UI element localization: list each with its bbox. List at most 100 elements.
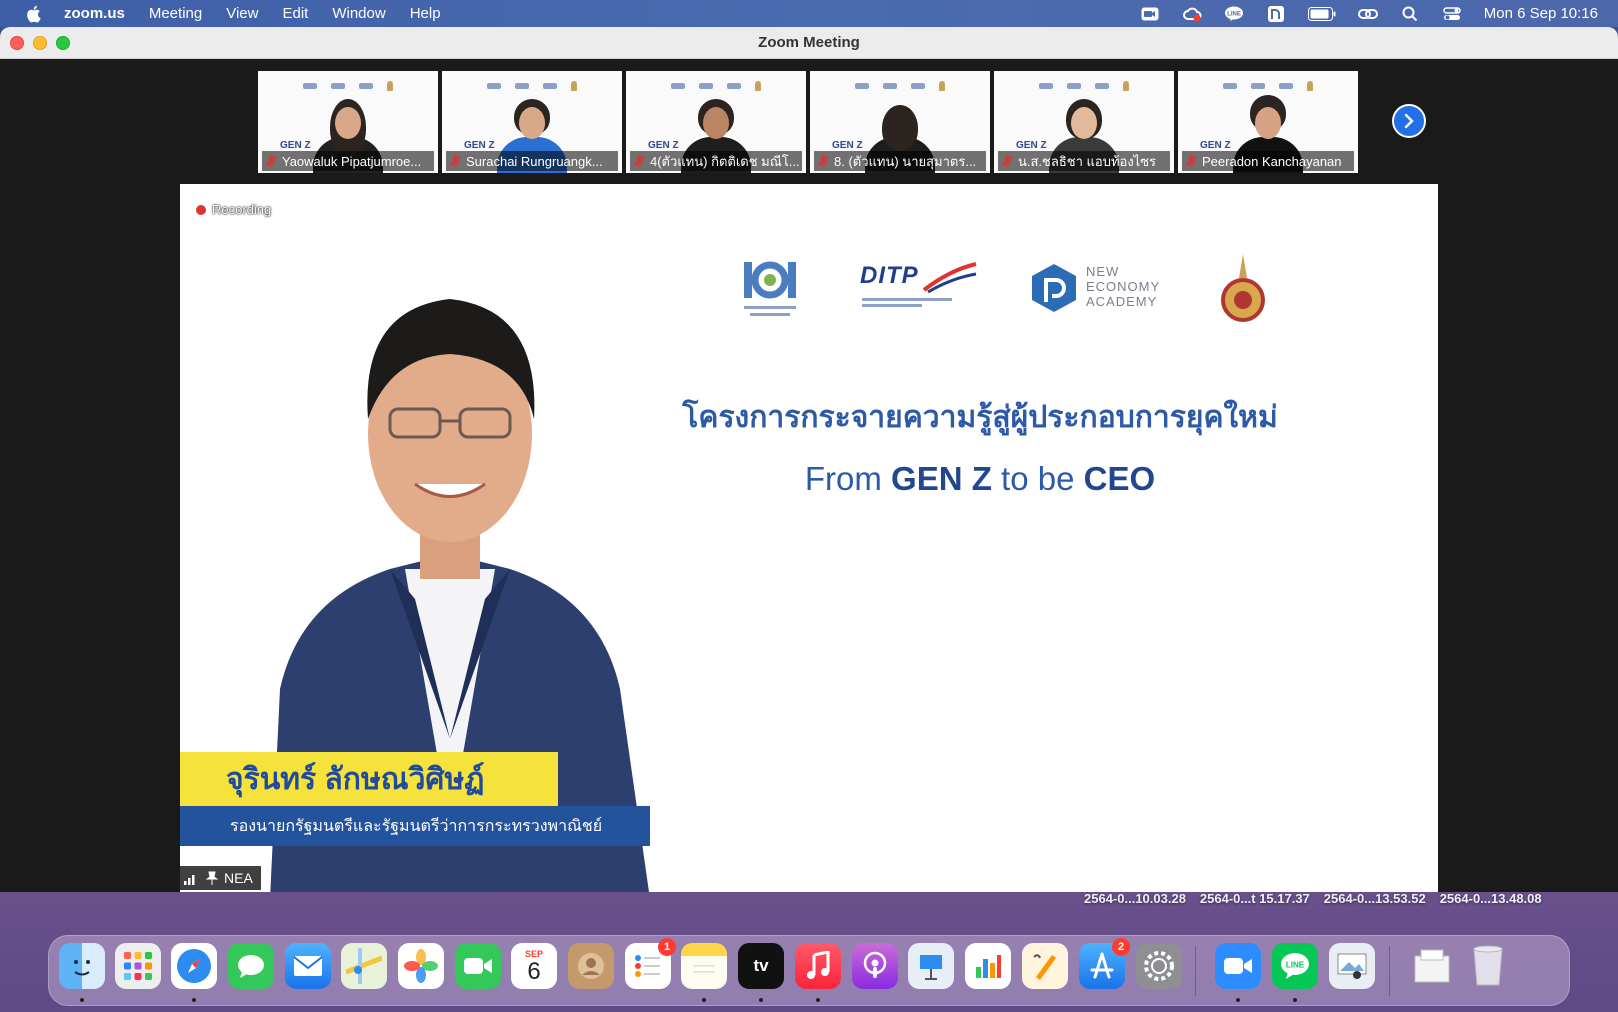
app-store-badge: 2 xyxy=(1112,938,1130,956)
tile-genz-label: GEN Z xyxy=(832,140,863,151)
logo-new-economy-academy: NEW ECONOMY ACADEMY xyxy=(1030,262,1170,318)
presenter-name-label: NEA xyxy=(180,866,261,890)
keynote-icon[interactable] xyxy=(908,943,954,989)
desktop-file[interactable]: 2564-0...13.48.08 xyxy=(1440,891,1542,906)
zoom-app-icon[interactable] xyxy=(1215,943,1261,989)
signal-strength-icon xyxy=(184,875,195,885)
line-tray-icon[interactable]: LINE xyxy=(1224,6,1244,22)
shared-screen-view[interactable]: Recording DITP NEW ECONOMY ACADEMY โครงก… xyxy=(180,184,1438,892)
participant-name-label: น.ส.ชลธิชา แอบท้องไซร xyxy=(998,151,1170,171)
mic-muted-icon xyxy=(265,155,277,167)
menu-help[interactable]: Help xyxy=(410,5,441,22)
menu-view[interactable]: View xyxy=(226,5,258,22)
safari-icon[interactable] xyxy=(171,943,217,989)
app-store-icon[interactable]: 2 xyxy=(1079,938,1130,989)
music-icon[interactable] xyxy=(795,943,841,989)
reminders-badge: 1 xyxy=(658,938,676,956)
window-controls xyxy=(10,36,79,50)
tile-genz-label: GEN Z xyxy=(648,140,679,151)
facetime-icon[interactable] xyxy=(455,943,501,989)
participant-gallery: GEN Z Yaowaluk Pipatjumroe... GEN Z Sura… xyxy=(258,71,1362,173)
battery-icon[interactable] xyxy=(1307,6,1336,22)
logo-ditp: DITP xyxy=(860,260,980,320)
running-indicator xyxy=(1236,998,1240,1002)
participant-name-label: 8. (ตัวแทน) นายสุมาตร... xyxy=(814,151,986,171)
line-app-icon[interactable]: LINE xyxy=(1272,943,1318,989)
menu-window[interactable]: Window xyxy=(332,5,385,22)
participant-tile[interactable]: GEN Z น.ส.ชลธิชา แอบท้องไซร xyxy=(994,71,1174,173)
apple-menu-icon[interactable] xyxy=(22,3,44,25)
tile-banner-logos xyxy=(855,81,945,91)
dock-separator xyxy=(1389,946,1390,996)
pin-icon xyxy=(206,871,218,885)
participant-tile[interactable]: GEN Z 4(ตัวแทน) กิตติเดช มณีโ... xyxy=(626,71,806,173)
running-indicator xyxy=(759,998,763,1002)
tile-banner-logos xyxy=(303,81,393,91)
participant-name-label: Peeradon Kanchayanan xyxy=(1182,151,1354,171)
participant-tile[interactable]: GEN Z Yaowaluk Pipatjumroe... xyxy=(258,71,438,173)
numbers-icon[interactable] xyxy=(965,943,1011,989)
running-indicator xyxy=(816,998,820,1002)
system-preferences-icon[interactable] xyxy=(1136,943,1182,989)
logo-101-icon xyxy=(744,261,796,316)
running-indicator xyxy=(702,998,706,1002)
tile-genz-label: GEN Z xyxy=(464,140,495,151)
running-indicator xyxy=(80,998,84,1002)
speaker-role-plate: รองนายกรัฐมนตรีและรัฐมนตรีว่าการกระทรวงพ… xyxy=(180,806,650,846)
apple-tv-icon[interactable]: tv xyxy=(738,943,784,989)
trash-icon[interactable] xyxy=(1465,943,1511,989)
link-icon[interactable] xyxy=(1357,6,1378,22)
menubar: zoom.us Meeting View Edit Window Help LI… xyxy=(0,0,1618,27)
royal-seal-icon xyxy=(1221,254,1265,322)
minimize-window-button[interactable] xyxy=(33,36,47,50)
speaker-name-plate: จุรินทร์ ลักษณวิศิษฏ์ xyxy=(180,752,558,806)
tile-banner-logos xyxy=(487,81,577,91)
desktop-file[interactable]: 2564-0...10.03.28 xyxy=(1084,891,1186,906)
running-indicator xyxy=(192,998,196,1002)
creative-cloud-icon[interactable] xyxy=(1182,6,1202,22)
maps-icon[interactable] xyxy=(341,943,387,989)
contacts-icon[interactable] xyxy=(568,943,614,989)
mic-muted-icon xyxy=(449,155,461,167)
participant-tile[interactable]: GEN Z Peeradon Kanchayanan xyxy=(1178,71,1358,173)
tile-genz-label: GEN Z xyxy=(1016,140,1047,151)
tile-banner-logos xyxy=(671,81,761,91)
n-app-icon[interactable] xyxy=(1266,5,1286,22)
fullscreen-window-button[interactable] xyxy=(56,36,70,50)
menu-app-name[interactable]: zoom.us xyxy=(64,5,125,22)
launchpad-icon[interactable] xyxy=(115,943,161,989)
downloads-stack-icon[interactable] xyxy=(1409,943,1455,989)
finder-icon[interactable] xyxy=(59,943,105,989)
mic-muted-icon xyxy=(1185,155,1197,167)
pages-icon[interactable] xyxy=(1022,943,1068,989)
tile-banner-logos xyxy=(1039,81,1129,91)
participant-tile[interactable]: GEN Z Surachai Rungruangk... xyxy=(442,71,622,173)
svg-text:LINE: LINE xyxy=(1227,11,1241,17)
messages-icon[interactable] xyxy=(228,943,274,989)
notes-icon[interactable] xyxy=(681,943,727,989)
preview-icon[interactable] xyxy=(1329,943,1375,989)
participant-tile[interactable]: GEN Z 8. (ตัวแทน) นายสุมาตร... xyxy=(810,71,990,173)
close-window-button[interactable] xyxy=(10,36,24,50)
spotlight-search-icon[interactable] xyxy=(1400,6,1420,22)
menu-meeting[interactable]: Meeting xyxy=(149,5,202,22)
recording-indicator[interactable]: Recording xyxy=(196,202,271,217)
desktop-file[interactable]: 2564-0...13.53.52 xyxy=(1324,891,1426,906)
desktop-files: 2564-0...10.03.28 2564-0...t 15.17.37 25… xyxy=(1070,891,1542,906)
menu-edit[interactable]: Edit xyxy=(282,5,308,22)
menubar-clock[interactable]: Mon 6 Sep 10:16 xyxy=(1484,5,1598,22)
calendar-icon[interactable]: SEP 6 xyxy=(511,943,557,989)
running-indicator xyxy=(1293,998,1297,1002)
podcasts-icon[interactable] xyxy=(852,943,898,989)
recording-dot-icon xyxy=(196,204,206,215)
desktop-file[interactable]: 2564-0...t 15.17.37 xyxy=(1200,891,1310,906)
mail-icon[interactable] xyxy=(285,943,331,989)
zoom-video-icon[interactable] xyxy=(1140,6,1160,22)
mic-muted-icon xyxy=(817,155,829,167)
mic-muted-icon xyxy=(633,155,645,167)
reminders-icon[interactable]: 1 xyxy=(625,938,676,989)
control-center-icon[interactable] xyxy=(1442,6,1462,22)
gallery-next-button[interactable] xyxy=(1392,104,1426,138)
sponsor-logos: DITP NEW ECONOMY ACADEMY xyxy=(740,252,1280,332)
photos-icon[interactable] xyxy=(398,943,444,989)
